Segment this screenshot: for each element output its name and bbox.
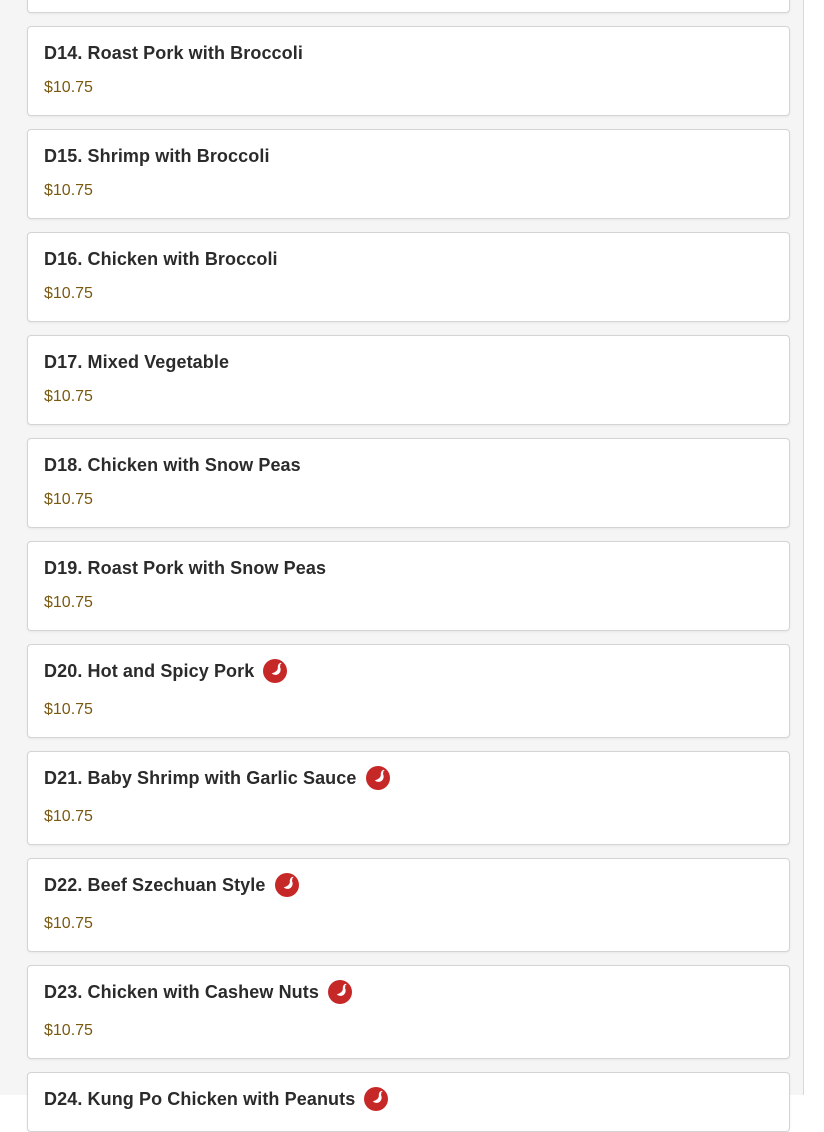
menu-item-card-partial[interactable] (27, 0, 790, 13)
spicy-pepper-icon (365, 766, 390, 790)
menu-item-price: $10.75 (44, 79, 93, 96)
menu-item-card[interactable]: D19. Roast Pork with Snow Peas $10.75 (27, 541, 790, 631)
menu-item-card[interactable]: D16. Chicken with Broccoli $10.75 (27, 232, 790, 322)
menu-item-card[interactable]: D22. Beef Szechuan Style $10.75 (27, 858, 790, 952)
menu-item-name: D19. Roast Pork with Snow Peas (44, 558, 327, 578)
menu-item-name: D22. Beef Szechuan Style (44, 874, 266, 895)
menu-item-price: $10.75 (44, 915, 93, 932)
menu-item-card[interactable]: D20. Hot and Spicy Pork $10.75 (27, 644, 790, 738)
menu-item-price: $10.75 (44, 701, 93, 718)
menu-item-name: D17. Mixed Vegetable (44, 352, 230, 372)
menu-item-price: $10.75 (44, 808, 93, 825)
menu-item-name: D18. Chicken with Snow Peas (44, 455, 301, 475)
menu-item-name: D16. Chicken with Broccoli (44, 249, 278, 269)
menu-item-card[interactable]: D17. Mixed Vegetable $10.75 (27, 335, 790, 425)
menu-item-name: D24. Kung Po Chicken with Peanuts (44, 1088, 356, 1109)
spicy-pepper-icon (327, 980, 352, 1004)
menu-item-card[interactable]: D21. Baby Shrimp with Garlic Sauce $10.7… (27, 751, 790, 845)
spicy-pepper-icon (364, 1087, 389, 1111)
menu-item-name: D15. Shrimp with Broccoli (44, 146, 270, 166)
menu-item-name: D20. Hot and Spicy Pork (44, 660, 255, 681)
menu-item-price: $10.75 (44, 182, 93, 199)
menu-item-price: $10.75 (44, 1022, 93, 1039)
menu-item-name: D23. Chicken with Cashew Nuts (44, 981, 319, 1002)
menu-item-price: $10.75 (44, 491, 93, 508)
menu-item-price: $10.75 (44, 594, 93, 611)
menu-item-card[interactable]: D18. Chicken with Snow Peas $10.75 (27, 438, 790, 528)
menu-item-name: D21. Baby Shrimp with Garlic Sauce (44, 767, 357, 788)
menu-item-price: $10.75 (44, 285, 93, 302)
menu-item-card[interactable]: D15. Shrimp with Broccoli $10.75 (27, 129, 790, 219)
menu-item-price: $10.75 (44, 388, 93, 405)
menu-item-card[interactable]: D23. Chicken with Cashew Nuts $10.75 (27, 965, 790, 1059)
spicy-pepper-icon (274, 873, 299, 897)
menu-item-card[interactable]: D14. Roast Pork with Broccoli $10.75 (27, 26, 790, 116)
spicy-pepper-icon (263, 659, 288, 683)
menu-item-name: D14. Roast Pork with Broccoli (44, 43, 303, 63)
menu-item-card[interactable]: D24. Kung Po Chicken with Peanuts (27, 1072, 790, 1132)
